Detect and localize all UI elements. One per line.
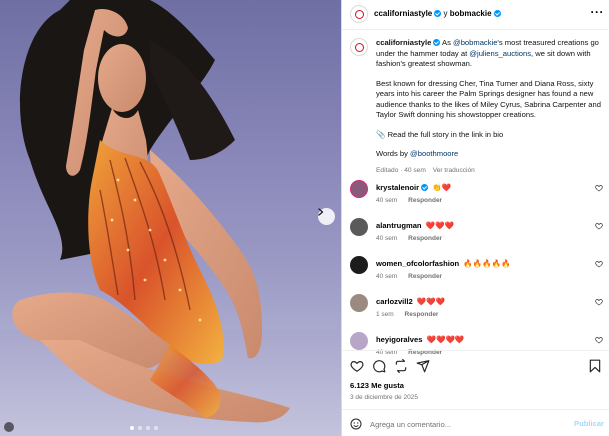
more-options-icon[interactable]: ···	[591, 6, 605, 18]
caption-text: ccaliforniastyle As @bobmackie's most tr…	[376, 38, 605, 160]
carousel-dot	[146, 426, 150, 430]
verified-badge-icon	[421, 183, 429, 191]
comment-author: carlozvill2 ❤️❤️❤️	[376, 297, 445, 306]
post-date: 3 de diciembre de 2025	[350, 394, 418, 401]
mention-link[interactable]: @juliens_auctions	[469, 49, 531, 58]
send-icon[interactable]	[416, 359, 430, 373]
comment-time: 40 sem	[376, 197, 398, 204]
comment-text: ❤️❤️❤️❤️	[426, 335, 465, 344]
comments-list: krystalenoir 👏❤️ 40 sem Responder alantr…	[350, 180, 605, 370]
publish-button[interactable]: Publicar	[574, 419, 604, 428]
carousel-dot	[130, 426, 134, 430]
verified-badge-icon	[434, 9, 442, 17]
joiner-text: y	[443, 9, 448, 18]
avatar[interactable]	[350, 38, 368, 56]
like-comment-heart-icon[interactable]	[595, 298, 603, 306]
avatar[interactable]	[350, 294, 368, 312]
collaborator-username[interactable]: bobmackie	[450, 9, 492, 18]
like-comment-heart-icon[interactable]	[595, 260, 603, 268]
next-image-button[interactable]	[318, 208, 335, 225]
like-comment-heart-icon[interactable]	[595, 222, 603, 230]
post-photo-illustration	[0, 0, 341, 436]
comment-author: krystalenoir 👏❤️	[376, 183, 451, 192]
comment-meta: 40 sem Responder	[376, 235, 451, 242]
comment-icon[interactable]	[372, 359, 386, 373]
edited-time: Editado · 40 sem	[376, 166, 426, 174]
bookmark-icon[interactable]	[588, 359, 602, 373]
comment-item: carlozvill2 ❤️❤️❤️ 1 sem Responder	[350, 294, 605, 332]
caption-credit: Words by	[376, 149, 411, 158]
comment-username[interactable]: carlozvill2	[376, 297, 413, 306]
comment-item: krystalenoir 👏❤️ 40 sem Responder	[350, 180, 605, 218]
comment-author: heyigoralves ❤️❤️❤️❤️	[376, 335, 464, 344]
reply-button[interactable]: Responder	[408, 273, 442, 280]
tagged-users-icon[interactable]	[4, 422, 14, 432]
heart-icon[interactable]	[350, 359, 364, 373]
comment-time: 40 sem	[376, 273, 398, 280]
comment-input[interactable]	[370, 416, 560, 432]
post-image[interactable]	[0, 0, 341, 436]
comment-author: women_ofcolorfashion 🔥🔥🔥🔥🔥	[376, 259, 511, 268]
comment-time: 1 sem	[376, 311, 394, 318]
comment-composer: Publicar	[342, 409, 609, 436]
comment-meta: 1 sem Responder	[376, 311, 447, 318]
verified-badge-icon	[493, 9, 501, 17]
comment-text: 🔥🔥🔥🔥🔥	[463, 259, 511, 268]
avatar[interactable]	[350, 180, 368, 198]
avatar[interactable]	[350, 256, 368, 274]
like-comment-heart-icon[interactable]	[595, 336, 603, 344]
like-comment-heart-icon[interactable]	[595, 184, 603, 192]
avatar[interactable]	[350, 332, 368, 350]
post-header: ccaliforniastyle y bobmackie ···	[342, 0, 609, 30]
see-translation-link[interactable]: Ver traducción	[433, 167, 475, 174]
emoji-icon[interactable]	[350, 418, 362, 430]
comment-meta: 40 sem Responder	[376, 197, 451, 204]
comment-meta: 40 sem Responder	[376, 273, 451, 280]
comment-text: ❤️❤️❤️	[425, 221, 455, 230]
caption-lead: As	[442, 38, 453, 47]
comment-item: women_ofcolorfashion 🔥🔥🔥🔥🔥 40 sem Respon…	[350, 256, 605, 294]
carousel-dot	[154, 426, 158, 430]
repost-icon[interactable]	[394, 359, 408, 373]
caption-paragraph: Best known for dressing Cher, Tina Turne…	[376, 78, 601, 120]
comment-text: ❤️❤️❤️	[416, 297, 446, 306]
caption: ccaliforniastyle As @bobmackie's most tr…	[350, 38, 605, 174]
comment-item: alantrugman ❤️❤️❤️ 40 sem Responder	[350, 218, 605, 256]
comment-time: 40 sem	[376, 235, 398, 242]
post-owner: ccaliforniastyle y bobmackie	[374, 9, 501, 18]
carousel-indicator	[130, 426, 158, 430]
reply-button[interactable]: Responder	[405, 311, 439, 318]
avatar[interactable]	[350, 5, 368, 23]
mention-link[interactable]: @bobmackie	[453, 38, 497, 47]
reply-button[interactable]: Responder	[408, 235, 442, 242]
post-side-panel: ccaliforniastyle y bobmackie ··· ccalifo…	[341, 0, 609, 436]
comment-author: alantrugman ❤️❤️❤️	[376, 221, 454, 230]
mention-link[interactable]: @boothmoore	[410, 149, 458, 158]
comment-username[interactable]: heyigoralves	[376, 335, 422, 344]
caption-username[interactable]: ccaliforniastyle	[376, 38, 431, 47]
comment-username[interactable]: women_ofcolorfashion	[376, 259, 459, 268]
verified-badge-icon	[433, 38, 441, 46]
carousel-dot	[138, 426, 142, 430]
likes-count[interactable]: 6.123 Me gusta	[350, 381, 404, 390]
caption-meta: Editado · 40 sem Ver traducción	[376, 167, 605, 174]
caption-paragraph: 📎 Read the full story in the link in bio	[376, 129, 504, 139]
post-actions: 6.123 Me gusta 3 de diciembre de 2025 Pu…	[342, 350, 609, 436]
comment-username[interactable]: krystalenoir	[376, 183, 419, 192]
chevron-right-icon	[318, 208, 324, 216]
comment-text: 👏❤️	[432, 183, 452, 192]
owner-username[interactable]: ccaliforniastyle	[374, 9, 432, 18]
comment-username[interactable]: alantrugman	[376, 221, 422, 230]
avatar[interactable]	[350, 218, 368, 236]
reply-button[interactable]: Responder	[408, 197, 442, 204]
